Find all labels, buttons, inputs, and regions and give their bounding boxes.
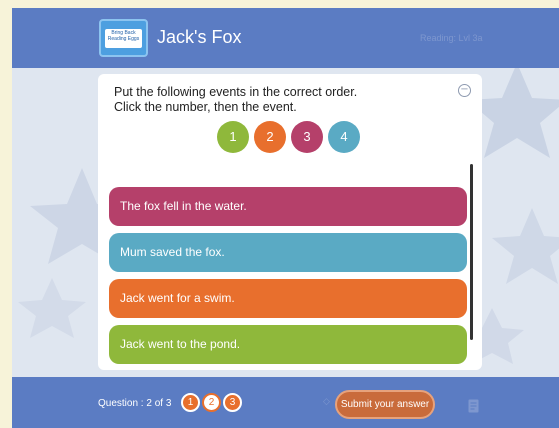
header-faint-text: Reading: Lvl 3a bbox=[420, 33, 483, 43]
question-counter: Question : 2 of 3 bbox=[98, 398, 172, 409]
lesson-title: Jack's Fox bbox=[157, 27, 242, 47]
number-button-2[interactable]: 2 bbox=[254, 121, 286, 153]
instruction-line-1: Put the following events in the correct … bbox=[114, 85, 358, 99]
event-option-4[interactable]: Jack went to the pond. bbox=[109, 325, 467, 364]
app-logo: Bring Back Reading Eggs bbox=[99, 19, 148, 57]
logo-text: Bring Back Reading Eggs bbox=[105, 28, 142, 48]
minus-circle-icon[interactable]: − bbox=[458, 84, 471, 97]
submit-answer-button[interactable]: Submit your answer bbox=[335, 390, 435, 419]
number-button-3[interactable]: 3 bbox=[291, 121, 323, 153]
question-dot-1[interactable]: 1 bbox=[181, 393, 200, 412]
number-button-4[interactable]: 4 bbox=[328, 121, 360, 153]
star-decoration bbox=[18, 278, 86, 338]
bottom-bar: Question : 2 of 3 1 2 3 ◇ Submit your an… bbox=[12, 377, 559, 428]
event-option-3[interactable]: Jack went for a swim. bbox=[109, 279, 467, 318]
instruction-line-2: Click the number, then the event. bbox=[114, 100, 297, 114]
app-frame: Bring Back Reading Eggs Jack's Fox Readi… bbox=[12, 8, 559, 428]
scrollbar[interactable] bbox=[470, 164, 473, 340]
question-panel: Put the following events in the correct … bbox=[98, 74, 482, 370]
question-dot-2[interactable]: 2 bbox=[202, 393, 221, 412]
star-decoration bbox=[492, 208, 559, 284]
notes-icon[interactable] bbox=[468, 399, 479, 413]
question-dot-3[interactable]: 3 bbox=[223, 393, 242, 412]
top-bar: Bring Back Reading Eggs Jack's Fox Readi… bbox=[12, 8, 559, 68]
event-option-2[interactable]: Mum saved the fox. bbox=[109, 233, 467, 272]
event-option-1[interactable]: The fox fell in the water. bbox=[109, 187, 467, 226]
instructions: Put the following events in the correct … bbox=[114, 85, 424, 115]
number-button-1[interactable]: 1 bbox=[217, 121, 249, 153]
hint-icon: ◇ bbox=[323, 397, 330, 407]
